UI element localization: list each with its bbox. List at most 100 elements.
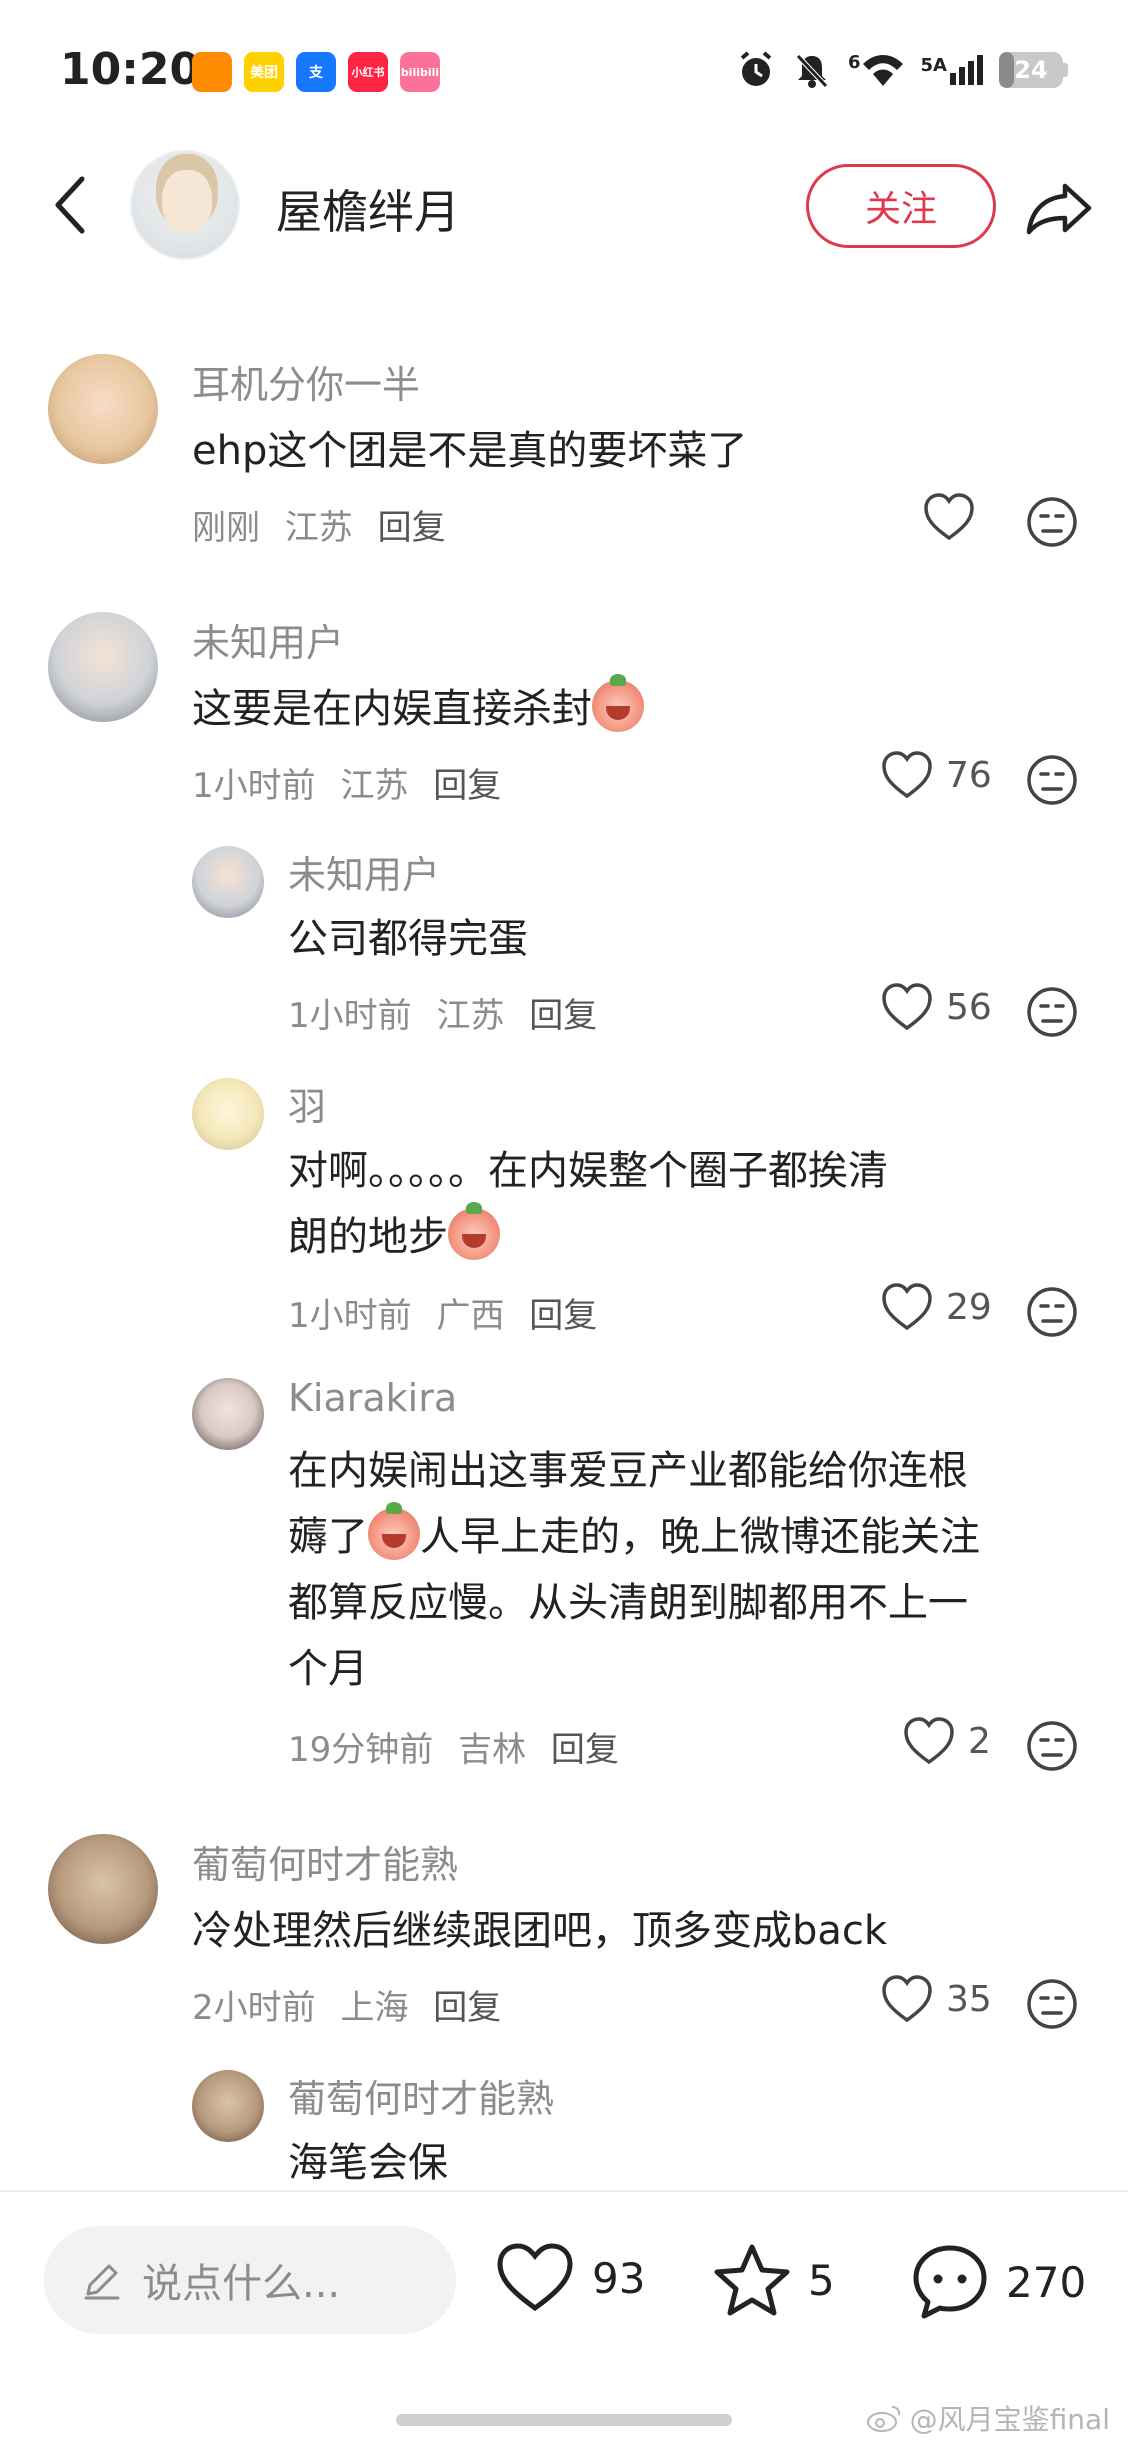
dislike-icon[interactable]	[1026, 1978, 1078, 2030]
comment-location: 上海	[340, 1988, 409, 2028]
comment-input[interactable]: 说点什么...	[44, 2226, 456, 2334]
avatar[interactable]	[48, 612, 158, 722]
comment-location: 广西	[436, 1296, 505, 1336]
comment-username[interactable]: 羽	[288, 1076, 326, 1131]
watermark: @风月宝鉴final	[866, 2398, 1110, 2438]
comment-text-line: 对啊。。。。。在内娱整个圈子都挨清	[288, 1148, 888, 1194]
reply-button[interactable]: 回复	[529, 996, 597, 1036]
system-icons: 6 5A 24	[736, 50, 1068, 90]
crying-emoji-icon	[592, 674, 644, 732]
bilibili-icon: bilibili	[400, 52, 440, 92]
wifi-icon	[862, 55, 903, 86]
heart-icon	[904, 1717, 954, 1765]
author-avatar[interactable]	[130, 150, 240, 260]
author-name[interactable]: 屋檐绊月	[276, 176, 460, 242]
reply-button[interactable]: 回复	[551, 1730, 619, 1770]
wifi-signal: 6	[848, 52, 905, 88]
avatar[interactable]	[48, 354, 158, 464]
comment-text: 公司都得完蛋	[288, 916, 528, 962]
comment-meta: 19分钟前 吉林 回复	[288, 1722, 633, 1771]
like-button[interactable]: 56	[880, 982, 992, 1032]
comment-text: 在内娱闹出这事爱豆产业都能给你连根 薅了 人早上走的，晚上微博还能关注 都算反应慢…	[288, 1438, 1048, 1702]
like-count: 56	[946, 986, 992, 1028]
heart-icon	[924, 493, 974, 541]
like-button[interactable]	[922, 492, 976, 542]
dislike-icon[interactable]	[1026, 496, 1078, 548]
reply-button[interactable]: 回复	[433, 766, 501, 806]
comment-text-line: 个月	[288, 1646, 368, 1692]
comment-username[interactable]: 未知用户	[288, 844, 440, 899]
comment-username[interactable]: 葡萄何时才能熟	[288, 2068, 554, 2123]
like-count: 35	[946, 1978, 992, 2020]
dislike-icon[interactable]	[1026, 986, 1078, 1038]
comment-location: 吉林	[458, 1730, 527, 1770]
comment-meta: 1小时前 江苏 回复	[288, 988, 611, 1037]
cell-signal: 5A	[921, 55, 983, 85]
battery-indicator: 24	[999, 52, 1063, 88]
comment-count: 270	[1006, 2257, 1087, 2307]
post-header: 屋檐绊月 关注	[0, 150, 1128, 270]
notification-app-icons: 美团 支 小红书 bilibili	[192, 52, 440, 92]
comment-username[interactable]: 葡萄何时才能熟	[192, 1834, 458, 1889]
comment-text: 冷处理然后继续跟团吧，顶多变成back	[192, 1908, 888, 1954]
post-like-button[interactable]: 93	[494, 2242, 645, 2314]
like-button[interactable]: 2	[902, 1716, 991, 1766]
comments-button[interactable]: 270	[910, 2242, 1086, 2322]
battery-level	[999, 52, 1015, 88]
comment-text-line: 在内娱闹出这事爱豆产业都能给你连根	[288, 1448, 968, 1494]
heart-icon	[882, 983, 932, 1031]
comment-text-content: 这要是在内娱直接杀封	[192, 686, 592, 732]
star-icon	[714, 2244, 790, 2316]
dislike-icon[interactable]	[1026, 1286, 1078, 1338]
share-button[interactable]	[1022, 176, 1096, 240]
battery-percent: 24	[1014, 56, 1048, 84]
status-time: 10:20	[60, 44, 201, 95]
dislike-icon[interactable]	[1026, 1720, 1078, 1772]
crying-emoji-icon	[448, 1202, 500, 1260]
comment-text-line: 都算反应慢。从头清朗到脚都用不上一	[288, 1580, 968, 1626]
comment-username[interactable]: 耳机分你一半	[192, 354, 420, 409]
avatar[interactable]	[192, 1378, 264, 1450]
like-count: 29	[946, 1286, 992, 1328]
avatar[interactable]	[48, 1834, 158, 1944]
chevron-left-icon	[55, 176, 85, 234]
weibo-watermark-icon	[866, 2406, 900, 2432]
home-indicator[interactable]	[396, 2414, 732, 2426]
favorite-button[interactable]: 5	[712, 2242, 835, 2318]
reply-button[interactable]: 回复	[378, 508, 446, 548]
avatar[interactable]	[192, 2070, 264, 2142]
reply-button[interactable]: 回复	[529, 1296, 597, 1336]
comment-username[interactable]: 未知用户	[192, 612, 344, 667]
heart-icon	[497, 2243, 573, 2312]
status-bar: 10:20 美团 支 小红书 bilibili 6 5A 24	[0, 0, 1128, 150]
comment-username[interactable]: Kiarakira	[288, 1376, 457, 1420]
like-button[interactable]: 35	[880, 1974, 992, 2024]
avatar[interactable]	[192, 846, 264, 918]
comment-input-placeholder: 说点什么...	[142, 2261, 341, 2307]
crying-emoji-icon	[368, 1502, 420, 1560]
dislike-icon[interactable]	[1026, 754, 1078, 806]
back-button[interactable]	[40, 170, 100, 240]
reply-button[interactable]: 回复	[433, 1988, 501, 2028]
heart-icon	[882, 751, 932, 799]
comment-text-line: 朗的地步	[288, 1214, 448, 1260]
follow-button[interactable]: 关注	[806, 164, 996, 248]
comment-location: 江苏	[340, 766, 409, 806]
like-button[interactable]: 76	[880, 750, 992, 800]
wifi-generation: 6	[848, 52, 861, 73]
avatar[interactable]	[192, 1078, 264, 1150]
comment-text: 海笔会保	[288, 2140, 448, 2186]
post-like-count: 93	[592, 2253, 646, 2303]
mute-bell-icon	[796, 54, 828, 88]
comment-bubble-icon	[913, 2245, 987, 2319]
comment-meta: 2小时前 上海 回复	[192, 1980, 515, 2029]
comment-meta: 刚刚 江苏 回复	[192, 500, 460, 549]
watermark-text: @风月宝鉴final	[909, 2403, 1110, 2436]
like-count: 2	[968, 1720, 991, 1762]
alipay-icon: 支	[296, 52, 336, 92]
comment-text-line: 薅了	[288, 1514, 368, 1560]
comment-location: 江苏	[436, 996, 505, 1036]
like-button[interactable]: 29	[880, 1282, 992, 1332]
comment-time: 1小时前	[288, 1296, 412, 1336]
comment-time: 2小时前	[192, 1988, 316, 2028]
